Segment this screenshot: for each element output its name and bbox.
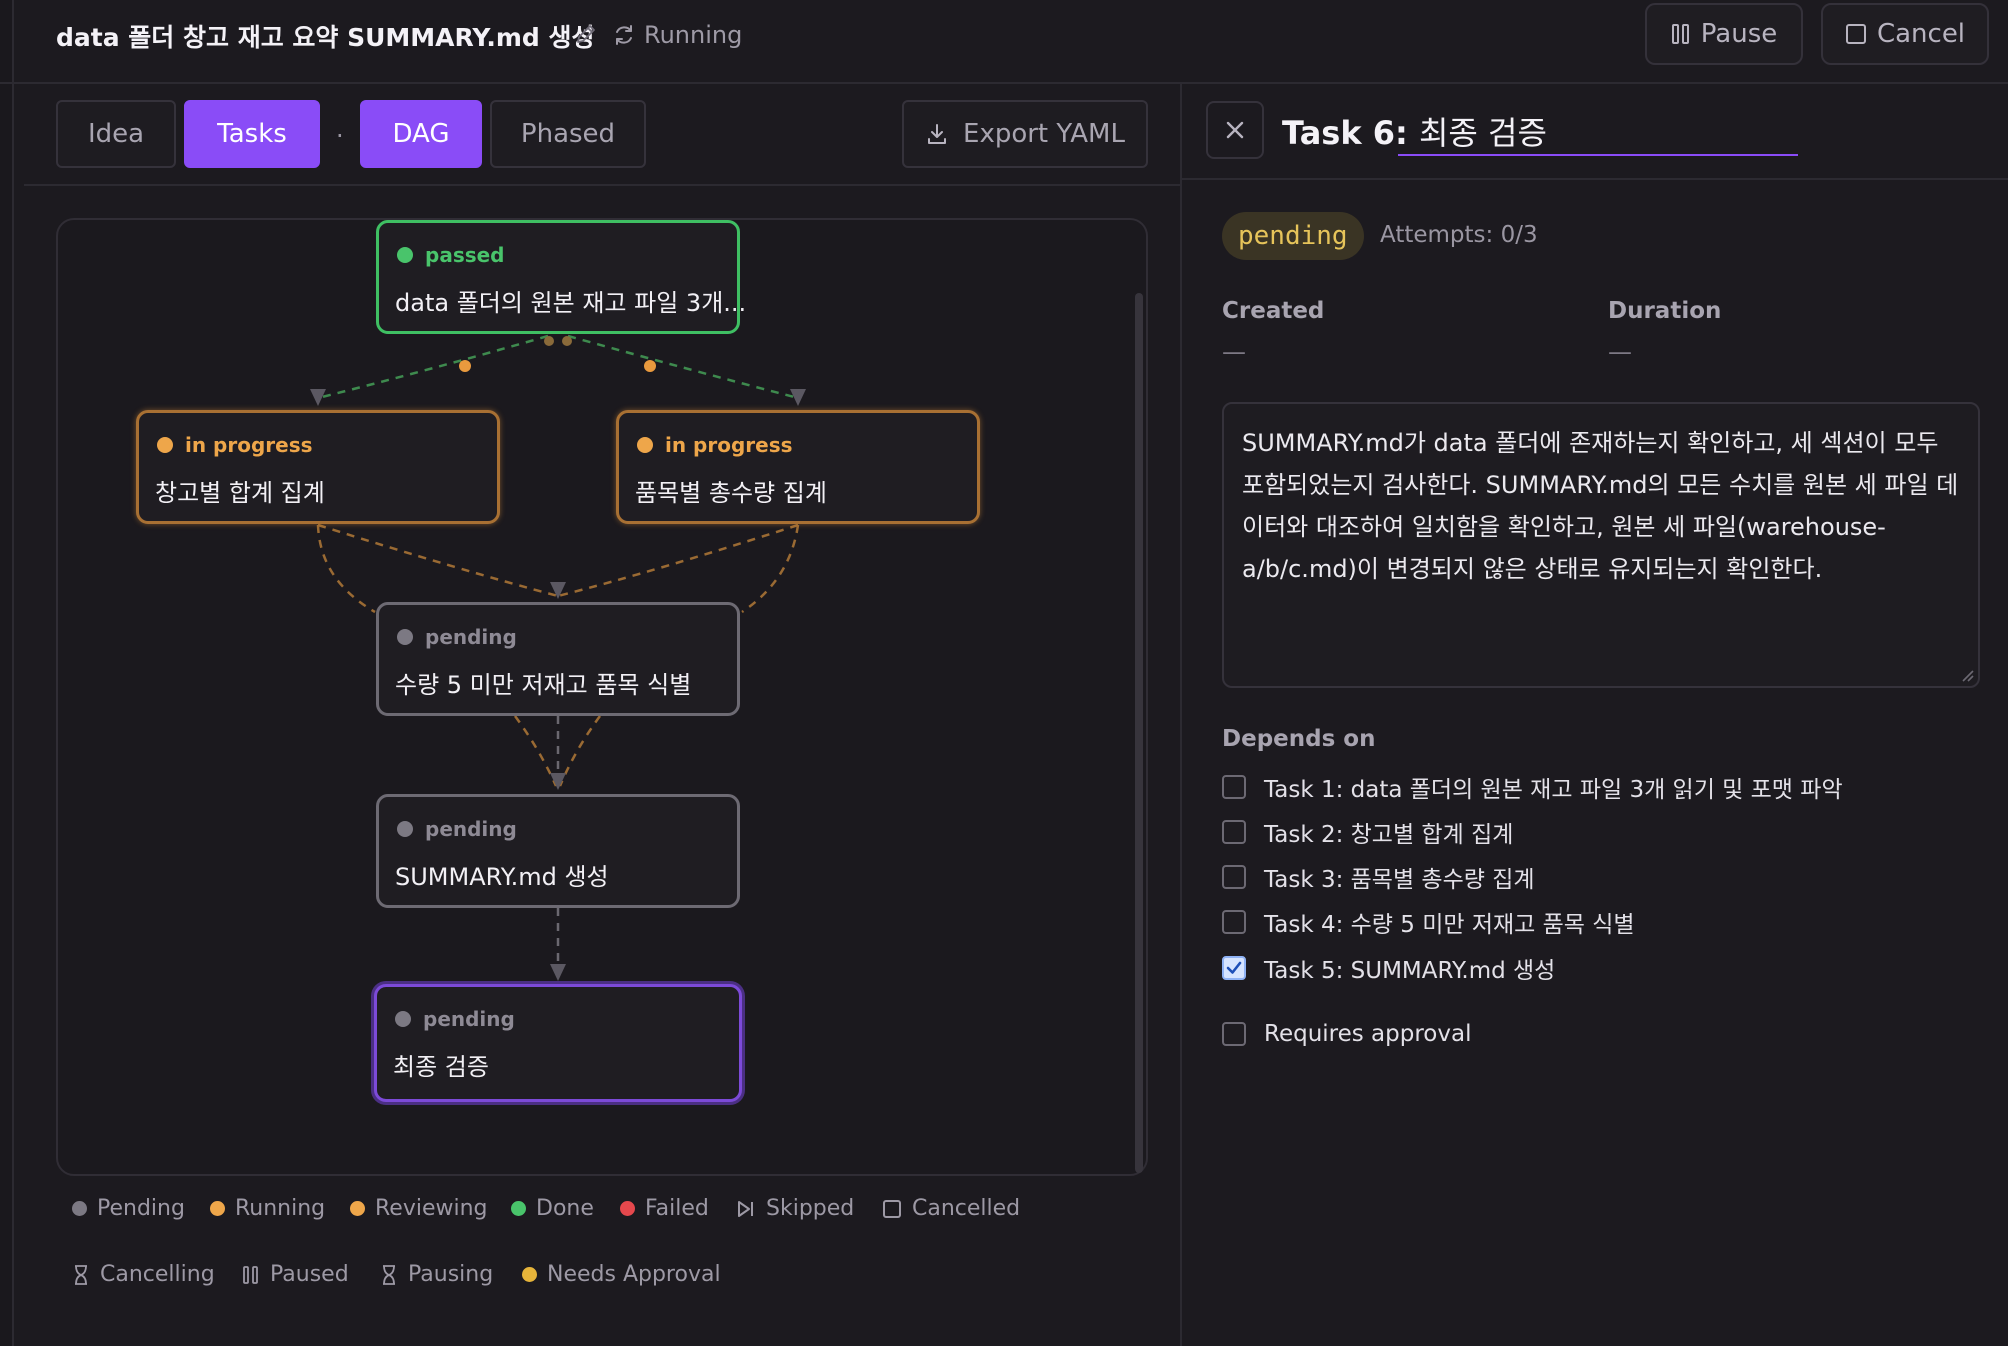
node-name: 창고별 합계 집계: [155, 479, 325, 507]
legend-paused: Paused: [242, 1262, 349, 1287]
legend-label: Pending: [97, 1196, 185, 1221]
legend-failed: Failed: [620, 1196, 709, 1221]
node-status-label: passed: [425, 243, 505, 267]
node-status-label: in progress: [185, 433, 313, 457]
task-name-underline: [1398, 154, 1798, 156]
dag-node-task-6-selected[interactable]: pending 최종 검증: [374, 984, 742, 1102]
legend-cancelling: Cancelling: [72, 1262, 215, 1287]
legend-done: Done: [511, 1196, 594, 1221]
created-label: Created: [1222, 298, 1325, 324]
legend-pausing: Pausing: [380, 1262, 493, 1287]
depends-label: Task 4: 수량 5 미만 저재고 품목 식별: [1264, 912, 1635, 938]
dag-node-task-5[interactable]: pending SUMMARY.md 생성: [376, 794, 740, 908]
resize-grip-icon[interactable]: [1960, 668, 1974, 682]
square-icon: [883, 1199, 901, 1218]
depends-label: Task 5: SUMMARY.md 생성: [1264, 958, 1556, 984]
checkbox[interactable]: [1222, 910, 1246, 934]
close-button[interactable]: [1206, 101, 1264, 159]
checkbox[interactable]: [1222, 865, 1246, 889]
depends-task-5[interactable]: Task 5: SUMMARY.md 생성: [1222, 951, 1555, 985]
status-dot: [397, 629, 413, 645]
status-dot: [397, 247, 413, 263]
failed-dot-icon: [620, 1201, 635, 1216]
legend-label: Pausing: [408, 1262, 494, 1287]
status-dot: [157, 437, 173, 453]
dag-node-task-3[interactable]: in progress 품목별 총수량 집계: [616, 410, 980, 524]
node-status: in progress: [157, 433, 313, 457]
legend-pending: Pending: [72, 1196, 185, 1221]
depends-label: Task 1: data 폴더의 원본 재고 파일 3개 읽기 및 포맷 파악: [1264, 777, 1843, 803]
status-dot: [397, 821, 413, 837]
legend-label: Paused: [270, 1262, 349, 1287]
status-dot: [395, 1011, 411, 1027]
created-value: —: [1222, 338, 1246, 366]
depends-label: Task 2: 창고별 합계 집계: [1264, 822, 1514, 848]
node-status: pending: [397, 817, 517, 841]
close-icon: [1226, 121, 1244, 139]
duration-label: Duration: [1608, 298, 1722, 324]
requires-approval-label: Requires approval: [1264, 1021, 1472, 1047]
depends-task-4[interactable]: Task 4: 수량 5 미만 저재고 품목 식별: [1222, 905, 1635, 939]
task-name-input[interactable]: 최종 검증: [1419, 114, 1547, 152]
legend-needs-approval: Needs Approval: [522, 1262, 721, 1287]
needs-approval-dot-icon: [522, 1267, 537, 1282]
checkbox-checked[interactable]: [1222, 956, 1246, 980]
legend-label: Reviewing: [375, 1196, 488, 1221]
dag-node-task-1[interactable]: passed data 폴더의 원본 재고 파일 3개...: [376, 220, 746, 334]
legend-running: Running: [210, 1196, 325, 1221]
check-icon: [1226, 961, 1242, 974]
legend-label: Skipped: [766, 1196, 855, 1221]
legend-cancelled: Cancelled: [882, 1196, 1020, 1221]
task-number: Task 6:: [1282, 114, 1408, 152]
requires-approval-toggle[interactable]: Requires approval: [1222, 1021, 1471, 1047]
dag-node-task-2[interactable]: in progress 창고별 합계 집계: [136, 410, 500, 524]
node-status: pending: [395, 1007, 515, 1031]
node-status-label: pending: [425, 625, 517, 649]
node-status: passed: [397, 243, 505, 267]
detail-header-divider: [1182, 178, 2008, 180]
status-badge: pending: [1222, 212, 1364, 260]
depends-task-3[interactable]: Task 3: 품목별 총수량 집계: [1222, 860, 1535, 894]
hourglass-icon: [75, 1264, 87, 1285]
reviewing-dot-icon: [350, 1201, 365, 1216]
checkbox[interactable]: [1222, 820, 1246, 844]
depends-label: Task 3: 품목별 총수량 집계: [1264, 867, 1535, 893]
node-status: pending: [397, 625, 517, 649]
legend-reviewing: Reviewing: [350, 1196, 488, 1221]
running-dot-icon: [210, 1201, 225, 1216]
status-dot: [637, 437, 653, 453]
checkbox[interactable]: [1222, 775, 1246, 799]
depends-on-label: Depends on: [1222, 726, 1376, 752]
attempts-count: Attempts: 0/3: [1380, 222, 1538, 248]
node-name: SUMMARY.md 생성: [395, 863, 609, 891]
description-textarea[interactable]: SUMMARY.md가 data 폴더에 존재하는지 확인하고, 세 섹션이 모…: [1222, 402, 1980, 688]
node-name: data 폴더의 원본 재고 파일 3개...: [395, 289, 747, 317]
node-status-label: pending: [425, 817, 517, 841]
pause-icon: [243, 1265, 258, 1284]
node-name: 최종 검증: [393, 1053, 489, 1081]
node-status-label: in progress: [665, 433, 793, 457]
task-title: Task 6: 최종 검증: [1282, 108, 1547, 154]
legend-label: Running: [235, 1196, 326, 1221]
dag-node-task-4[interactable]: pending 수량 5 미만 저재고 품목 식별: [376, 602, 740, 716]
done-dot-icon: [511, 1201, 526, 1216]
legend-label: Cancelling: [100, 1262, 215, 1287]
checkbox[interactable]: [1222, 1022, 1246, 1046]
legend-label: Needs Approval: [547, 1262, 721, 1287]
legend-label: Failed: [645, 1196, 709, 1221]
duration-value: —: [1608, 338, 1632, 366]
node-status: in progress: [637, 433, 793, 457]
legend-label: Done: [536, 1196, 594, 1221]
skip-icon: [738, 1200, 753, 1217]
legend-label: Cancelled: [912, 1196, 1021, 1221]
hourglass-icon: [383, 1264, 395, 1285]
node-name: 수량 5 미만 저재고 품목 식별: [395, 671, 692, 699]
legend-skipped: Skipped: [736, 1196, 854, 1221]
node-name: 품목별 총수량 집계: [635, 479, 827, 507]
depends-task-1[interactable]: Task 1: data 폴더의 원본 재고 파일 3개 읽기 및 포맷 파악: [1222, 770, 1843, 804]
node-status-label: pending: [423, 1007, 515, 1031]
depends-task-2[interactable]: Task 2: 창고별 합계 집계: [1222, 815, 1513, 849]
description-text: SUMMARY.md가 data 폴더에 존재하는지 확인하고, 세 섹션이 모…: [1242, 429, 1959, 583]
pending-dot-icon: [72, 1201, 87, 1216]
